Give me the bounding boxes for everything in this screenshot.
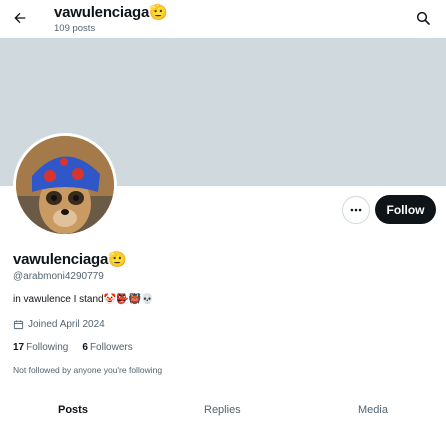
more-options-button[interactable] (342, 196, 370, 224)
salute-emoji-icon: 🫡 (108, 251, 127, 268)
tab-posts[interactable]: Posts (58, 404, 88, 416)
avatar-image (16, 136, 114, 234)
followers-label: Followers (89, 342, 133, 353)
following-count: 17 (13, 342, 25, 353)
joined-text: Joined April 2024 (28, 319, 105, 330)
joined-date: Joined April 2024 (13, 319, 105, 330)
display-name: vawulenciaga🫡 (13, 250, 127, 268)
arrow-left-icon (14, 12, 26, 24)
follow-button[interactable]: Follow (375, 195, 436, 224)
followers-link[interactable]: 6 Followers (82, 342, 132, 353)
display-name-text: vawulenciaga (13, 251, 109, 268)
header-title-text: vawulenciaga (54, 4, 150, 21)
profile-tabs: Posts Replies Media (0, 396, 446, 427)
avatar[interactable] (13, 133, 117, 237)
calendar-icon (13, 320, 24, 330)
not-followed-note: Not followed by anyone you're following (13, 365, 163, 375)
follow-stats: 17 Following 6 Followers (13, 342, 133, 353)
back-button[interactable] (8, 6, 32, 30)
header-title: vawulenciaga🫡 (54, 3, 168, 21)
followers-count: 6 (82, 342, 88, 353)
following-link[interactable]: 17 Following (13, 342, 68, 353)
bio: in vawulence I stand🤡👺👹💀 (13, 294, 154, 305)
top-header-bar: vawulenciaga🫡 109 posts (0, 0, 446, 38)
tab-replies[interactable]: Replies (204, 404, 241, 416)
tab-media[interactable]: Media (358, 404, 388, 416)
search-icon (416, 11, 430, 25)
more-horizontal-icon (350, 208, 362, 212)
following-label: Following (26, 342, 69, 353)
search-button[interactable] (412, 7, 434, 29)
handle: @arabmoni4290779 (13, 271, 104, 282)
post-count: 109 posts (54, 23, 96, 34)
salute-emoji-icon: 🫡 (149, 4, 168, 21)
